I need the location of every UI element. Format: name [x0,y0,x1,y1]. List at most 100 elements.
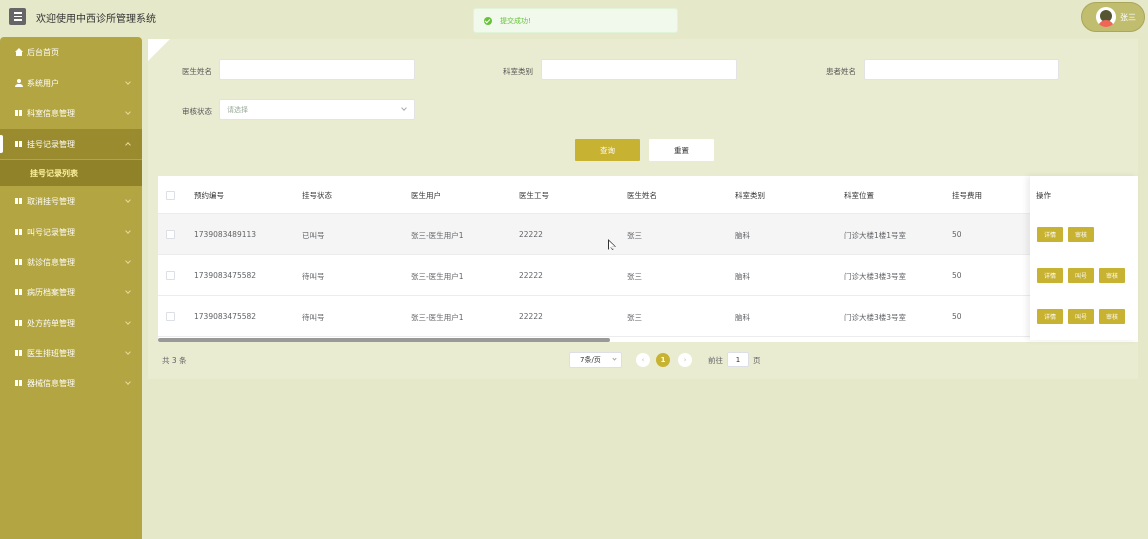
sidebar-item-label: 病历档案管理 [27,287,75,297]
doctor-name: 张三 [627,231,642,240]
sidebar-item-dept-info[interactable]: 科室信息管理 [0,98,142,128]
reset-button[interactable]: 重置 [649,139,714,161]
sidebar-item-system-users[interactable]: 系统用户 [0,68,142,98]
grid-icon [15,258,23,266]
sidebar-item-visit-info[interactable]: 就诊信息管理 [0,247,142,277]
operations-column: 操作 详情 审核 详情 叫号 审核 详情 叫号 审核 [1030,176,1138,340]
doctor-name: 张三 [627,272,642,281]
sidebar-item-label: 取消挂号管理 [27,196,75,206]
column-header[interactable]: 科室类别 [735,190,765,201]
grid-icon [15,319,23,327]
dept-type-input[interactable] [541,59,737,80]
dept-type: 脑科 [735,313,750,322]
sidebar-item-equipment[interactable]: 器械信息管理 [0,368,142,398]
home-icon [15,48,23,56]
call-number-button[interactable]: 叫号 [1068,268,1094,283]
sidebar-item-home[interactable]: 后台首页 [0,37,142,67]
sidebar-item-registration[interactable]: 挂号记录管理 [0,129,142,159]
grid-icon [15,379,23,387]
next-page-button[interactable]: › [678,353,692,367]
audit-button[interactable]: 审核 [1099,309,1125,324]
menu-toggle-icon[interactable] [9,8,26,25]
row-checkbox[interactable] [166,312,175,321]
registration-status: 待叫号 [302,272,325,281]
chevron-down-icon [125,197,131,203]
sidebar-item-label: 就诊信息管理 [27,257,75,267]
sidebar-item-doctor-schedule[interactable]: 医生排班管理 [0,338,142,368]
select-all-checkbox[interactable] [166,191,175,200]
chevron-down-icon [125,79,131,85]
audit-button[interactable]: 审核 [1068,227,1094,242]
user-menu[interactable]: 张三 [1081,2,1145,32]
chevron-down-icon [125,109,131,115]
user-name[interactable]: 张三 [1120,12,1136,23]
call-number-button[interactable]: 叫号 [1068,309,1094,324]
page-size-value: 7条/页 [580,356,601,364]
doctor-number: 22222 [519,312,543,321]
chevron-down-icon [612,356,617,361]
audit-status-label: 审核状态 [182,107,212,116]
doctor-number: 22222 [519,230,543,239]
total-count: 共 3 条 [162,356,187,365]
column-header[interactable]: 挂号费用 [952,190,982,201]
registration-status: 待叫号 [302,313,325,322]
sidebar-item-label: 叫号记录管理 [27,227,75,237]
column-header[interactable]: 医生工号 [519,190,549,201]
column-header[interactable]: 医生姓名 [627,190,657,201]
page-size-select[interactable]: 7条/页 [569,352,622,368]
doctor-user: 张三-医生用户1 [411,231,464,240]
chevron-down-icon [125,288,131,294]
table-row[interactable]: 1739083489113 已叫号 张三-医生用户1 22222 张三 脑科 门… [158,214,1138,255]
detail-button[interactable]: 详情 [1037,268,1063,283]
patient-name-input[interactable] [864,59,1059,80]
appointment-id: 1739083475582 [194,312,257,321]
chevron-down-icon [125,379,131,385]
chevron-down-icon [125,228,131,234]
sidebar: 后台首页 系统用户 科室信息管理 挂号记录管理 挂号记录列表 取消挂号管理 叫号… [0,37,142,539]
sidebar-item-medical-records[interactable]: 病历档案管理 [0,277,142,307]
registration-fee: 50 [952,230,962,239]
sidebar-item-label: 器械信息管理 [27,378,75,388]
column-header[interactable]: 医生用户 [411,190,441,201]
dept-type-label: 科室类别 [503,67,533,76]
check-circle-icon [484,16,492,25]
sidebar-item-label: 后台首页 [27,47,59,57]
user-icon [15,79,23,87]
chevron-down-icon [401,105,407,111]
chevron-down-icon [125,349,131,355]
column-header[interactable]: 挂号状态 [302,190,332,201]
toast-message: 提交成功! [500,16,531,25]
table-row[interactable]: 1739083475582 待叫号 张三-医生用户1 22222 张三 脑科 门… [158,255,1138,296]
page-number-current[interactable]: 1 [656,353,670,367]
doctor-name-input[interactable] [219,59,415,80]
audit-status-select[interactable]: 请选择 [219,99,415,120]
registration-fee: 50 [952,271,962,280]
column-header[interactable]: 科室位置 [844,190,874,201]
avatar[interactable] [1096,7,1116,27]
doctor-name: 张三 [627,313,642,322]
column-header: 操作 [1036,191,1051,200]
doctor-user: 张三-医生用户1 [411,313,464,322]
sidebar-item-prescriptions[interactable]: 处方药单管理 [0,308,142,338]
column-header[interactable]: 预约编号 [194,190,224,201]
sidebar-subitem-registration-list[interactable]: 挂号记录列表 [0,160,142,186]
detail-button[interactable]: 详情 [1037,227,1063,242]
appointment-id: 1739083475582 [194,271,257,280]
prev-page-button[interactable]: ‹ [636,353,650,367]
sidebar-item-cancel-registration[interactable]: 取消挂号管理 [0,186,142,216]
chevron-down-icon [125,258,131,264]
detail-button[interactable]: 详情 [1037,309,1063,324]
dept-location: 门诊大楼1楼1号室 [844,231,907,240]
dept-type: 脑科 [735,231,750,240]
dept-type: 脑科 [735,272,750,281]
query-button[interactable]: 查询 [575,139,640,161]
row-checkbox[interactable] [166,230,175,239]
audit-button[interactable]: 审核 [1099,268,1125,283]
goto-page-input[interactable]: 1 [727,352,749,367]
grid-icon [15,349,23,357]
horizontal-scrollbar[interactable] [158,338,610,342]
row-checkbox[interactable] [166,271,175,280]
app-title: 欢迎使用中西诊所管理系统 [36,14,156,25]
table-row[interactable]: 1739083475582 待叫号 张三-医生用户1 22222 张三 脑科 门… [158,296,1138,337]
sidebar-item-call-records[interactable]: 叫号记录管理 [0,217,142,247]
